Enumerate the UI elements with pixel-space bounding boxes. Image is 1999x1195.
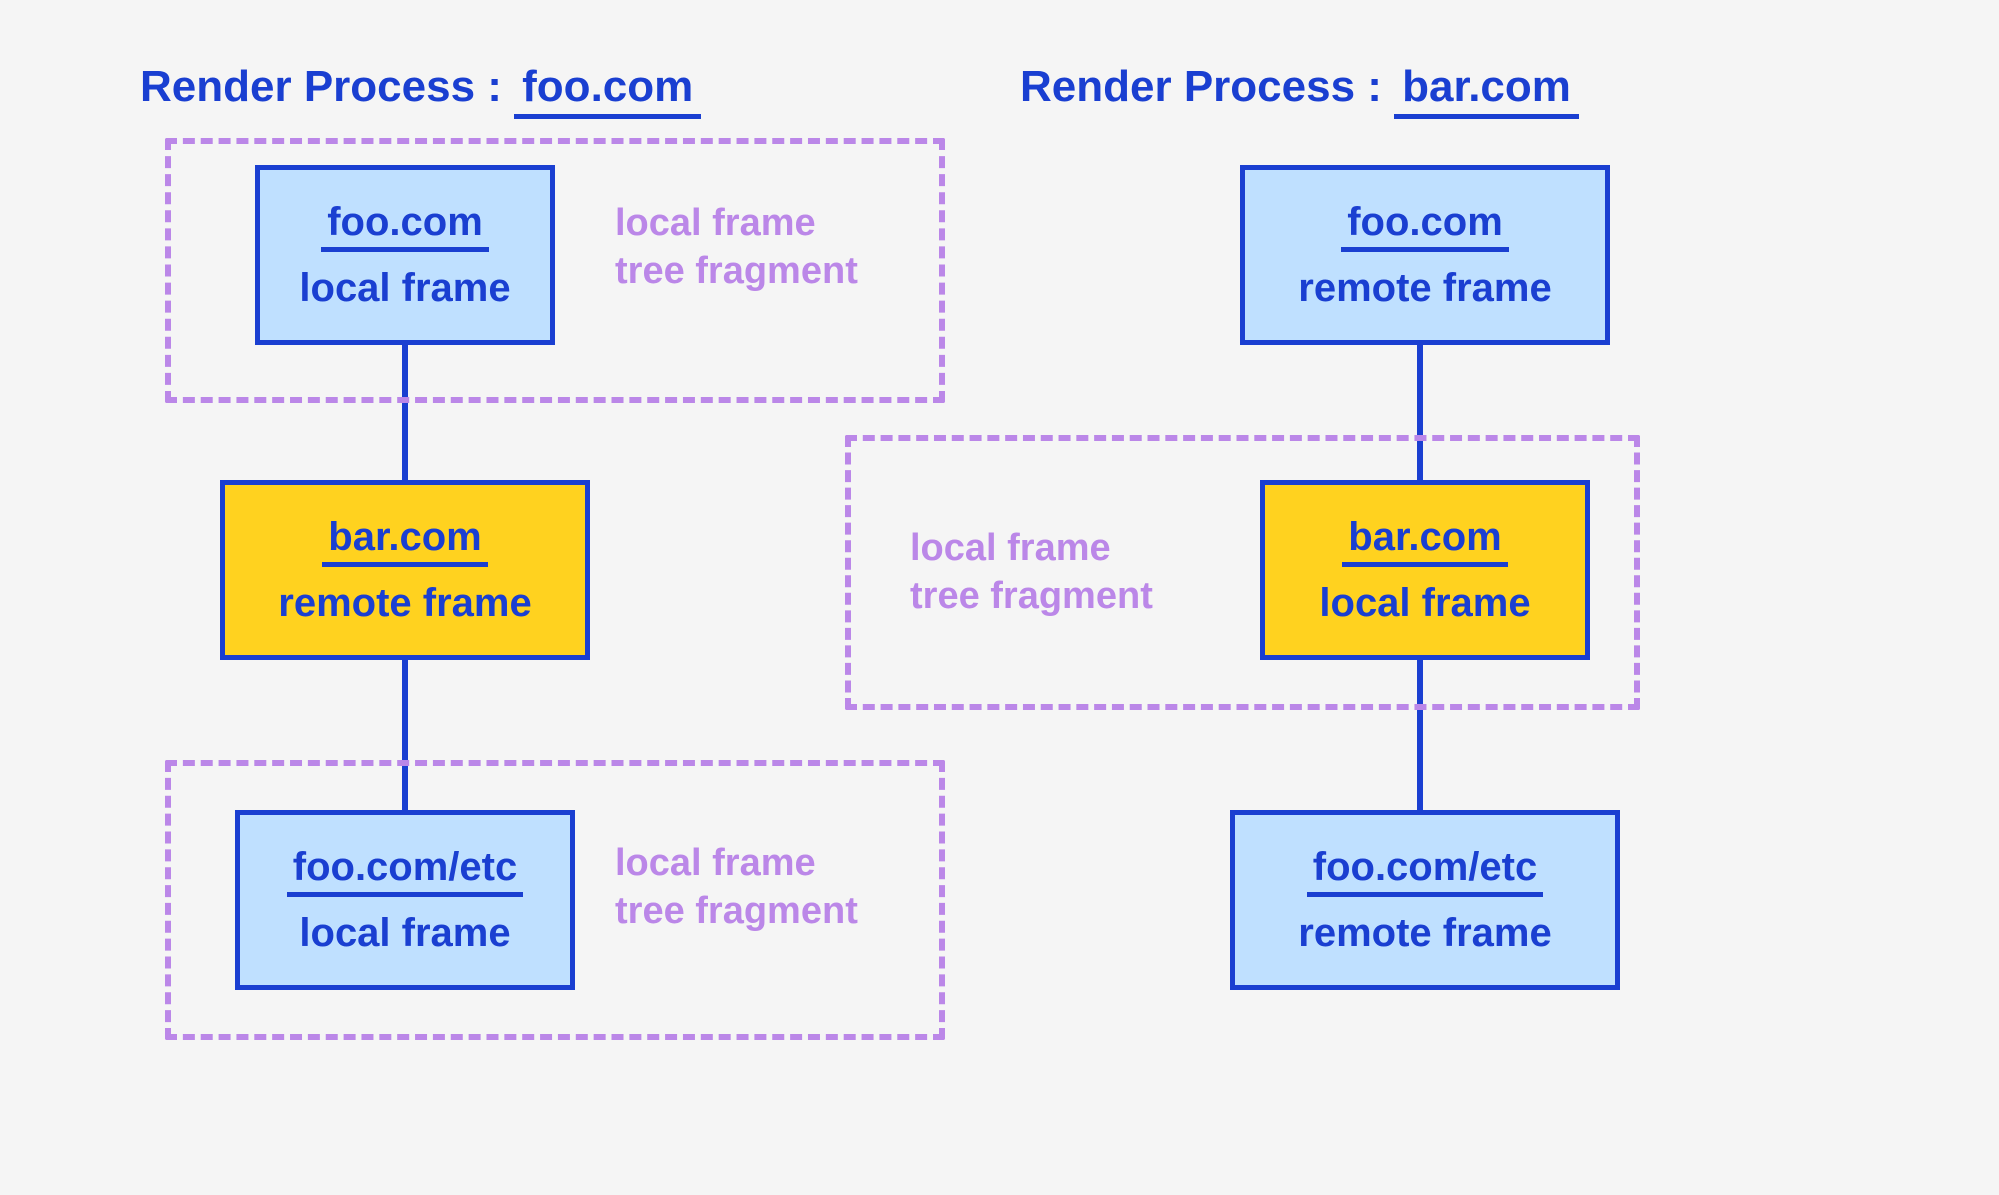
- node-right-0-domain: foo.com: [1341, 199, 1509, 252]
- node-left-2: foo.com/etc local frame: [235, 810, 575, 990]
- fragment-label-left-bottom: local frame tree fragment: [615, 840, 858, 935]
- node-left-0-domain: foo.com: [321, 199, 489, 252]
- node-left-0: foo.com local frame: [255, 165, 555, 345]
- node-right-2: foo.com/etc remote frame: [1230, 810, 1620, 990]
- fragment-label-right-middle-line2: tree fragment: [910, 575, 1153, 617]
- node-left-0-type: local frame: [299, 266, 510, 311]
- heading-right-prefix: Render Process :: [1020, 62, 1394, 111]
- fragment-label-right-middle: local frame tree fragment: [910, 525, 1153, 620]
- node-right-1-type: local frame: [1319, 581, 1530, 626]
- node-right-0: foo.com remote frame: [1240, 165, 1610, 345]
- node-left-1-domain: bar.com: [322, 514, 487, 567]
- fragment-label-left-top-line2: tree fragment: [615, 250, 858, 292]
- fragment-label-left-bottom-line2: tree fragment: [615, 890, 858, 932]
- node-left-2-domain: foo.com/etc: [287, 844, 523, 897]
- fragment-label-right-middle-line1: local frame: [910, 527, 1111, 569]
- node-left-2-type: local frame: [299, 911, 510, 956]
- fragment-label-left-top: local frame tree fragment: [615, 200, 858, 295]
- fragment-label-left-bottom-line1: local frame: [615, 842, 816, 884]
- heading-left-prefix: Render Process :: [140, 62, 514, 111]
- node-left-1-type: remote frame: [278, 581, 531, 626]
- heading-right: Render Process : bar.com: [1020, 62, 1579, 119]
- node-left-1: bar.com remote frame: [220, 480, 590, 660]
- node-right-0-type: remote frame: [1298, 266, 1551, 311]
- heading-left: Render Process : foo.com: [140, 62, 701, 119]
- heading-right-site: bar.com: [1394, 62, 1579, 119]
- node-right-2-type: remote frame: [1298, 911, 1551, 956]
- diagram-canvas: Render Process : foo.com Render Process …: [0, 0, 1999, 1195]
- node-right-2-domain: foo.com/etc: [1307, 844, 1543, 897]
- fragment-label-left-top-line1: local frame: [615, 202, 816, 244]
- node-right-1-domain: bar.com: [1342, 514, 1507, 567]
- heading-left-site: foo.com: [514, 62, 701, 119]
- node-right-1: bar.com local frame: [1260, 480, 1590, 660]
